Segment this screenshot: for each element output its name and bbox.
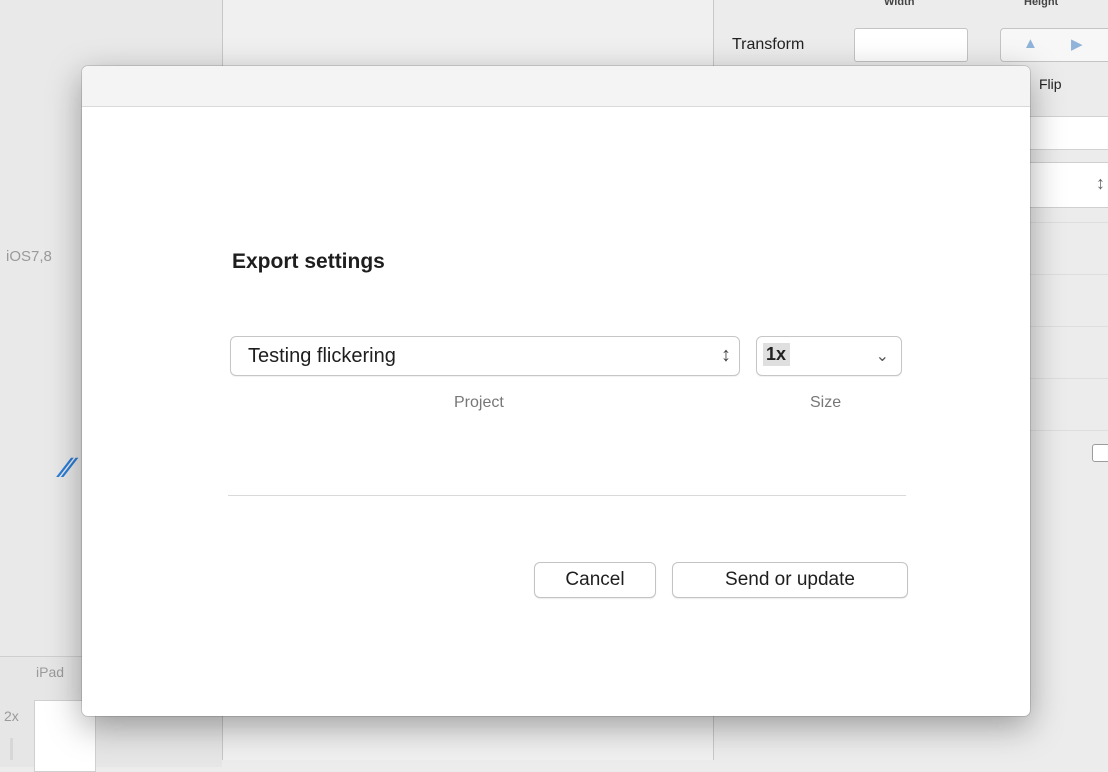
flip-label: Flip — [1039, 76, 1062, 92]
ipad-label: iPad — [36, 664, 65, 680]
scale-tick — [10, 738, 13, 760]
size-caption: Size — [810, 394, 842, 411]
dialog-divider — [228, 495, 906, 496]
height-column-heading: Height — [1024, 0, 1059, 8]
device-label: iOS7,8 — [6, 248, 52, 265]
dialog-titlebar — [82, 66, 1030, 107]
size-select[interactable]: 1x ⌄ — [756, 336, 902, 376]
chevron-down-icon: ⌄ — [875, 348, 889, 365]
scale-label: 2x — [4, 708, 19, 724]
transform-width-input[interactable] — [854, 28, 968, 62]
export-settings-dialog: Export settings Testing flickering ↕ 1x … — [82, 66, 1030, 716]
size-select-value: 1x — [763, 343, 791, 366]
project-select[interactable]: Testing flickering ↕ — [230, 336, 740, 376]
flip-buttons[interactable]: ▲ ▶ — [1000, 28, 1108, 62]
project-select-value: Testing flickering — [248, 345, 396, 367]
dialog-title: Export settings — [232, 250, 385, 273]
send-or-update-button[interactable]: Send or update — [672, 562, 908, 598]
width-column-heading: Width — [884, 0, 915, 8]
brush-icon: ∕∕ — [62, 452, 72, 483]
project-caption: Project — [454, 394, 504, 411]
flip-vertical-icon[interactable]: ▶ — [1071, 35, 1083, 53]
inspector-checkbox[interactable] — [1092, 444, 1108, 462]
transform-label: Transform — [732, 36, 805, 53]
flip-horizontal-icon[interactable]: ▲ — [1023, 35, 1038, 52]
cancel-button[interactable]: Cancel — [534, 562, 656, 598]
updown-chevrons-icon: ↕ — [1096, 173, 1105, 193]
updown-chevrons-icon: ↕ — [721, 344, 731, 366]
